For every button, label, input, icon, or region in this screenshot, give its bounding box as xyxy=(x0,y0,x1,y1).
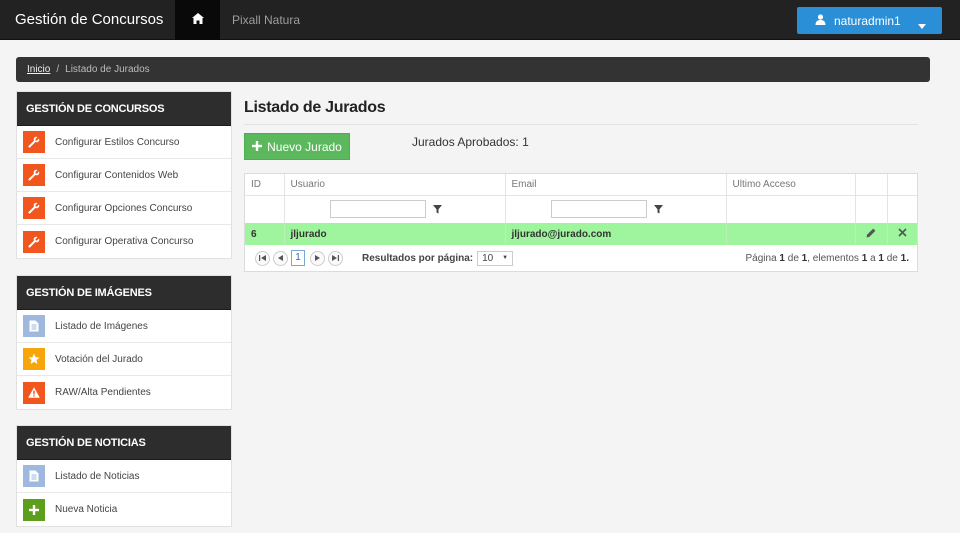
caret-down-icon xyxy=(918,18,926,32)
page-title: Listado de Jurados xyxy=(244,99,386,116)
chevron-down-icon: ▼ xyxy=(502,254,509,261)
breadcrumb: Inicio / Listado de Jurados xyxy=(16,57,930,82)
filter-cell-email xyxy=(505,195,727,223)
jurados-grid: ID Usuario Email Ultimo Acceso 6 jljurad… xyxy=(244,173,918,272)
sidebar-item-label: RAW/Alta Pendientes xyxy=(55,387,151,398)
delete-row-button[interactable] xyxy=(887,223,917,245)
user-icon xyxy=(815,13,826,28)
usuario-filter-input[interactable] xyxy=(329,200,426,219)
column-header-usuario[interactable]: Usuario xyxy=(284,174,506,196)
sidebar-item-contenidos[interactable]: Configurar Contenidos Web xyxy=(17,159,231,192)
filter-cell-ultimo-acceso xyxy=(726,195,856,223)
sidebar-item-label: Listado de Imágenes xyxy=(55,320,148,332)
home-icon xyxy=(191,13,204,27)
cell-id: 6 xyxy=(245,223,285,245)
wrench-icon xyxy=(23,197,45,219)
plus-icon xyxy=(252,140,263,154)
table-row[interactable]: 6 jljurado jljurado@jurado.com xyxy=(245,223,917,245)
warning-icon xyxy=(23,381,45,404)
email-filter-input[interactable] xyxy=(550,200,647,219)
cell-usuario: jljurado xyxy=(284,223,506,245)
document-icon xyxy=(23,465,45,487)
app-brand[interactable]: Gestión de Concursos xyxy=(15,0,163,40)
filter-cell-id xyxy=(245,195,285,223)
per-page-select[interactable]: 10 ▼ xyxy=(477,250,514,266)
filter-row xyxy=(245,195,917,223)
sidebar-item-votacion[interactable]: Votación del Jurado xyxy=(17,343,231,376)
per-page-label: Resultados por página: xyxy=(362,252,474,264)
sidebar-panel-noticias: GESTIÓN DE NOTICIAS Listado de Noticias … xyxy=(16,425,232,527)
filter-icon[interactable] xyxy=(649,200,669,218)
filter-cell-usuario xyxy=(284,195,506,223)
per-page-value: 10 xyxy=(482,252,494,264)
panel-title-concursos: GESTIÓN DE CONCURSOS xyxy=(17,92,231,126)
new-jurado-label: Nuevo Jurado xyxy=(267,139,342,154)
sidebar-panel-concursos: GESTIÓN DE CONCURSOS Configurar Estilos … xyxy=(16,91,232,259)
sidebar-item-label: Votación del Jurado xyxy=(55,353,143,365)
column-header-delete xyxy=(887,174,917,196)
close-icon xyxy=(898,228,907,240)
grid-pager: 1 Resultados por página: 10 ▼ Página 1 d… xyxy=(245,245,917,271)
top-navbar: Gestión de Concursos Pixall Natura natur… xyxy=(0,0,960,40)
title-divider xyxy=(244,124,918,125)
breadcrumb-home-link[interactable]: Inicio xyxy=(27,64,50,75)
sidebar-panel-imagenes: GESTIÓN DE IMÁGENES Listado de Imágenes … xyxy=(16,275,232,410)
cell-ultimo-acceso xyxy=(726,223,856,245)
current-page-number[interactable]: 1 xyxy=(291,250,305,266)
sidebar-item-operativa[interactable]: Configurar Operativa Concurso xyxy=(17,225,231,258)
sidebar-item-listado-noticias[interactable]: Listado de Noticias xyxy=(17,460,231,493)
star-icon xyxy=(23,348,45,370)
panel-title-imagenes: GESTIÓN DE IMÁGENES xyxy=(17,276,231,310)
sidebar-item-label: Configurar Opciones Concurso xyxy=(55,202,193,214)
nav-link-pixall-natura[interactable]: Pixall Natura xyxy=(232,0,300,40)
sidebar-item-label: Configurar Contenidos Web xyxy=(55,169,179,181)
prev-page-button[interactable] xyxy=(273,250,288,266)
last-page-button[interactable] xyxy=(328,250,343,266)
filter-icon[interactable] xyxy=(428,200,448,218)
panel-title-noticias: GESTIÓN DE NOTICIAS xyxy=(17,426,231,460)
next-page-button[interactable] xyxy=(310,250,325,266)
sidebar-item-label: Configurar Estilos Concurso xyxy=(55,136,180,148)
edit-row-button[interactable] xyxy=(855,223,888,245)
sidebar-item-opciones[interactable]: Configurar Opciones Concurso xyxy=(17,192,231,225)
column-header-id[interactable]: ID xyxy=(245,174,285,196)
sidebar-item-label: Nueva Noticia xyxy=(55,504,118,515)
column-header-edit xyxy=(855,174,888,196)
wrench-icon xyxy=(23,164,45,186)
filter-cell-edit xyxy=(855,195,888,223)
first-page-button[interactable] xyxy=(255,250,270,266)
approved-count: Jurados Aprobados: 1 xyxy=(412,135,529,149)
wrench-icon xyxy=(23,230,45,253)
plus-icon xyxy=(23,498,45,521)
pager-info: Página 1 de 1, elementos 1 a 1 de 1. xyxy=(745,252,910,264)
document-icon xyxy=(23,315,45,337)
wrench-icon xyxy=(23,131,45,153)
pencil-icon xyxy=(866,228,876,241)
cell-email: jljurado@jurado.com xyxy=(505,223,727,245)
sidebar-item-estilos[interactable]: Configurar Estilos Concurso xyxy=(17,126,231,159)
sidebar-item-label: Configurar Operativa Concurso xyxy=(55,236,194,247)
sidebar-item-listado-imagenes[interactable]: Listado de Imágenes xyxy=(17,310,231,343)
home-nav-button[interactable] xyxy=(175,0,220,40)
breadcrumb-separator: / xyxy=(56,64,60,75)
user-menu-button[interactable]: naturadmin1 xyxy=(797,7,942,34)
breadcrumb-current: Listado de Jurados xyxy=(65,64,150,75)
column-header-ultimo-acceso[interactable]: Ultimo Acceso xyxy=(726,174,856,196)
column-header-email[interactable]: Email xyxy=(505,174,727,196)
sidebar-item-label: Listado de Noticias xyxy=(55,470,140,482)
user-name: naturadmin1 xyxy=(834,13,901,28)
new-jurado-button[interactable]: Nuevo Jurado xyxy=(244,133,350,160)
filter-cell-delete xyxy=(887,195,917,223)
sidebar-item-nueva-noticia[interactable]: Nueva Noticia xyxy=(17,493,231,526)
sidebar-item-raw-pendientes[interactable]: RAW/Alta Pendientes xyxy=(17,376,231,409)
